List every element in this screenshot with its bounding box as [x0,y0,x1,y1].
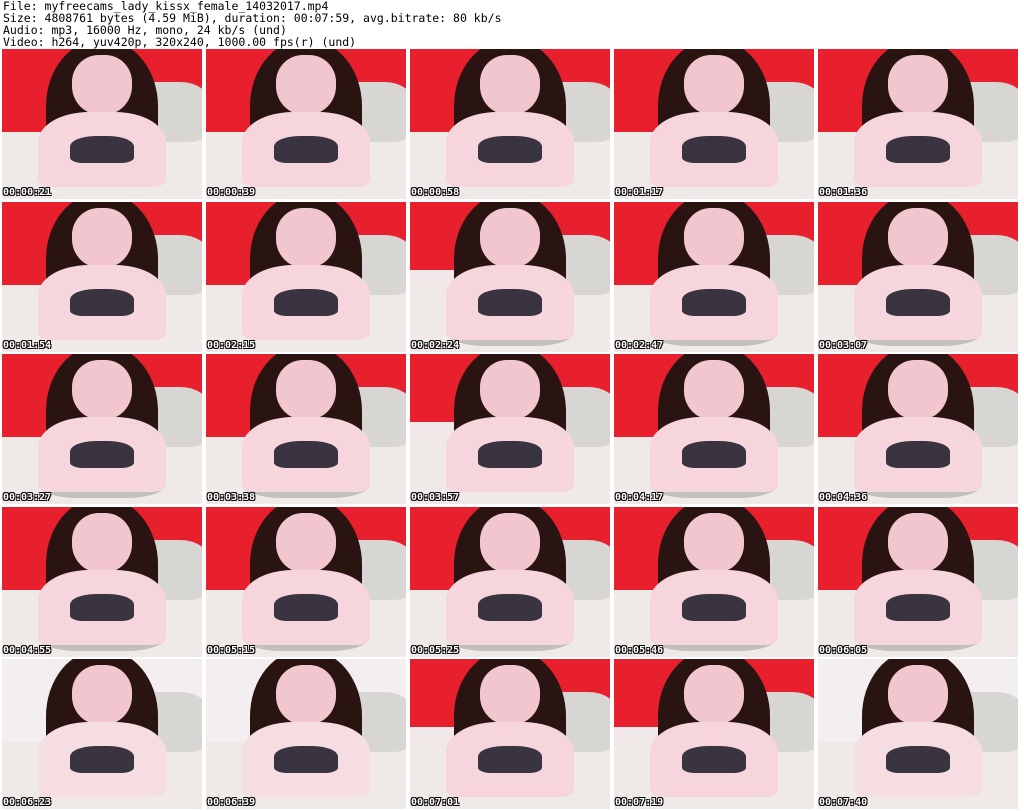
video-thumbnail[interactable]: 00:02:24 [410,202,610,352]
video-thumbnail[interactable]: 00:07:19 [614,659,814,809]
video-thumbnail[interactable]: 00:04:17 [614,354,814,504]
thumbnail-grid: 00:00:21 00:00:39 00:00:58 00:01:17 00:0… [2,49,1022,809]
video-thumbnail[interactable]: 00:05:46 [614,507,814,657]
video-thumbnail[interactable]: 00:00:21 [2,49,202,199]
video-thumbnail[interactable]: 00:04:36 [818,354,1018,504]
thumbnail-timestamp: 00:05:46 [615,645,664,656]
thumbnail-timestamp: 00:02:47 [615,340,664,351]
thumbnail-timestamp: 00:03:27 [3,492,52,503]
thumbnail-timestamp: 00:03:07 [819,340,868,351]
video-thumbnail[interactable]: 00:00:58 [410,49,610,199]
thumbnail-timestamp: 00:00:58 [411,187,460,198]
thumbnail-timestamp: 00:01:54 [3,340,52,351]
thumbnail-timestamp: 00:02:24 [411,340,460,351]
thumbnail-timestamp: 00:02:15 [207,340,256,351]
video-info-line: Video: h264, yuv420p, 320x240, 1000.00 f… [3,35,357,49]
thumbnail-timestamp: 00:03:38 [207,492,256,503]
thumbnail-timestamp: 00:00:39 [207,187,256,198]
thumbnail-timestamp: 00:03:57 [411,492,460,503]
video-thumbnail[interactable]: 00:01:17 [614,49,814,199]
thumbnail-timestamp: 00:00:21 [3,187,52,198]
video-thumbnail[interactable]: 00:04:55 [2,507,202,657]
video-thumbnail[interactable]: 00:06:05 [818,507,1018,657]
video-thumbnail[interactable]: 00:03:07 [818,202,1018,352]
video-thumbnail[interactable]: 00:05:25 [410,507,610,657]
video-thumbnail[interactable]: 00:01:36 [818,49,1018,199]
thumbnail-timestamp: 00:06:05 [819,645,868,656]
video-thumbnail[interactable]: 00:01:54 [2,202,202,352]
thumbnail-timestamp: 00:05:25 [411,645,460,656]
video-thumbnail[interactable]: 00:07:40 [818,659,1018,809]
video-thumbnail[interactable]: 00:00:39 [206,49,406,199]
thumbnail-timestamp: 00:06:23 [3,797,52,808]
video-thumbnail[interactable]: 00:03:38 [206,354,406,504]
thumbnail-timestamp: 00:01:36 [819,187,868,198]
video-thumbnail[interactable]: 00:02:15 [206,202,406,352]
video-thumbnail[interactable]: 00:06:23 [2,659,202,809]
thumbnail-timestamp: 00:07:40 [819,797,868,808]
video-thumbnail[interactable]: 00:02:47 [614,202,814,352]
thumbnail-timestamp: 00:04:55 [3,645,52,656]
thumbnail-timestamp: 00:04:17 [615,492,664,503]
video-thumbnail[interactable]: 00:03:57 [410,354,610,504]
thumbnail-timestamp: 00:05:15 [207,645,256,656]
thumbnail-timestamp: 00:07:19 [615,797,664,808]
thumbnail-timestamp: 00:01:17 [615,187,664,198]
thumbnail-timestamp: 00:06:39 [207,797,256,808]
thumbnail-timestamp: 00:04:36 [819,492,868,503]
video-thumbnail[interactable]: 00:03:27 [2,354,202,504]
file-info-header: File: myfreecams_lady_kissx_female_14032… [3,0,1021,48]
video-thumbnail[interactable]: 00:07:01 [410,659,610,809]
video-thumbnail[interactable]: 00:05:15 [206,507,406,657]
video-thumbnail[interactable]: 00:06:39 [206,659,406,809]
thumbnail-timestamp: 00:07:01 [411,797,460,808]
